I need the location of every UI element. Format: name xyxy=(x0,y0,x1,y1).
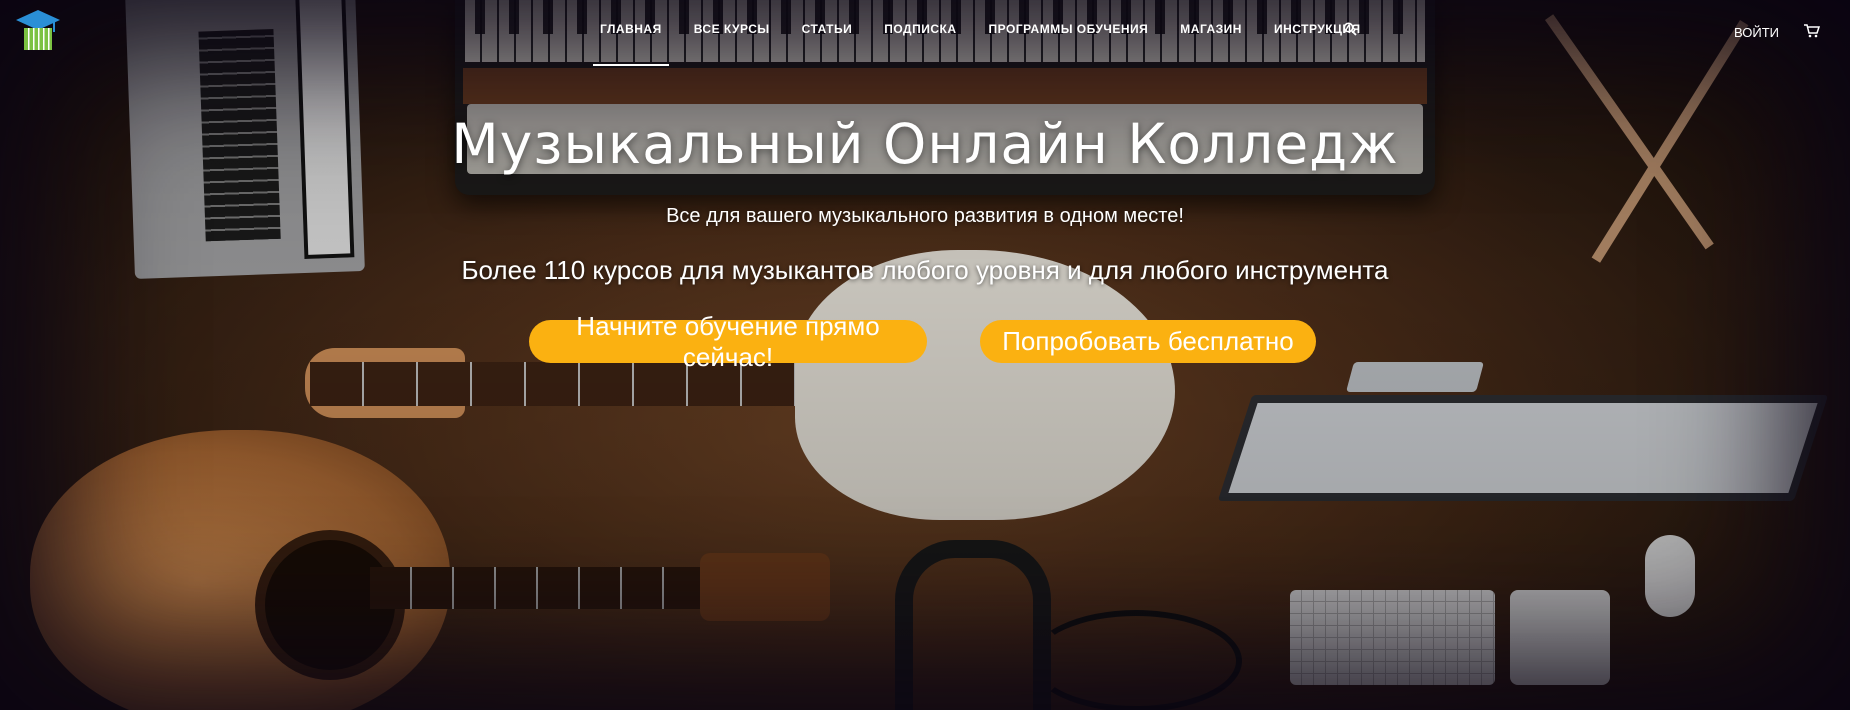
page-title: Музыкальный Онлайн Колледж xyxy=(451,112,1399,176)
nav-item-all-courses[interactable]: ВСЕ КУРСЫ xyxy=(694,22,770,36)
nav-item-subscription[interactable]: ПОДПИСКА xyxy=(884,22,956,36)
background-monitor-stand xyxy=(1345,362,1485,392)
background-acoustic-guitar-body xyxy=(30,430,450,710)
background-keyboard-wood xyxy=(463,68,1427,104)
background-acoustic-neck xyxy=(370,567,710,609)
search-button[interactable] xyxy=(1343,22,1359,38)
hero-section: ГЛАВНАЯ ВСЕ КУРСЫ СТАТЬИ ПОДПИСКА ПРОГРА… xyxy=(0,0,1850,710)
main-nav: ГЛАВНАЯ ВСЕ КУРСЫ СТАТЬИ ПОДПИСКА ПРОГРА… xyxy=(593,22,1361,66)
nav-item-home[interactable]: ГЛАВНАЯ xyxy=(593,22,669,66)
background-coiled-cable xyxy=(1030,610,1242,710)
nav-item-programs[interactable]: ПРОГРАММЫ ОБУЧЕНИЯ xyxy=(989,22,1149,36)
cart-icon xyxy=(1804,24,1821,38)
site-logo[interactable] xyxy=(15,8,61,52)
search-icon xyxy=(1343,22,1357,36)
hero-subtitle: Все для вашего музыкального развития в о… xyxy=(666,205,1184,227)
background-trackpad xyxy=(1510,590,1610,685)
login-link[interactable]: ВОЙТИ xyxy=(1734,25,1779,40)
background-mouse xyxy=(1645,535,1695,617)
background-headphones xyxy=(895,540,1051,710)
nav-item-shop[interactable]: МАГАЗИН xyxy=(1180,22,1242,36)
background-bass-guitar-body xyxy=(795,250,1175,520)
start-learning-button[interactable]: Начните обучение прямо сейчас! xyxy=(529,311,927,372)
try-free-button[interactable]: Попробовать бесплатно xyxy=(980,320,1316,363)
hero-tagline: Более 110 курсов для музыкантов любого у… xyxy=(461,255,1389,285)
background-monitor xyxy=(1217,395,1829,501)
graduation-cap-piano-logo-icon xyxy=(16,10,60,50)
background-computer-keyboard xyxy=(1290,590,1495,685)
background-acoustic-headstock xyxy=(700,553,830,621)
background-acoustic-soundhole xyxy=(255,530,405,680)
background-bass-headstock xyxy=(305,348,465,418)
nav-item-articles[interactable]: СТАТЬИ xyxy=(802,22,853,36)
cart-button[interactable] xyxy=(1804,24,1822,40)
